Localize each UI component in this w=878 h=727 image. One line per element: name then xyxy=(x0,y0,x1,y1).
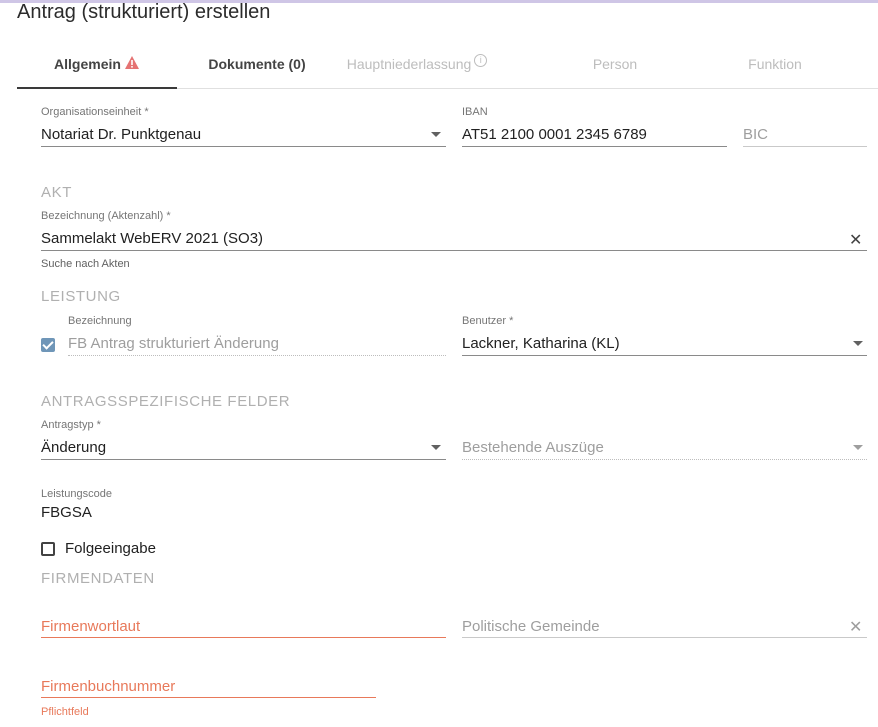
clear-icon[interactable]: ✕ xyxy=(849,620,862,636)
benutzer-select[interactable]: Lackner, Katharina (KL) xyxy=(462,335,620,352)
leistung-checkbox[interactable] xyxy=(41,338,55,352)
iban-label: IBAN xyxy=(462,106,488,118)
leistungscode-value: FBGSA xyxy=(41,504,92,521)
iban-underline xyxy=(462,146,727,147)
bic-underline xyxy=(743,146,867,147)
tab-dokumente[interactable]: Dokumente (0) xyxy=(177,40,337,88)
page-title: Antrag (strukturiert) erstellen xyxy=(17,1,271,23)
tab-person[interactable]: Person xyxy=(535,40,695,88)
section-akt: AKT xyxy=(41,184,72,201)
firmenbuchnummer-underline xyxy=(41,697,376,698)
firmenwortlaut-underline xyxy=(41,637,446,638)
leistung-designation-label: Bezeichnung xyxy=(68,315,132,327)
bic-field[interactable]: BIC xyxy=(743,126,768,143)
dropdown-arrow-icon[interactable] xyxy=(853,341,863,346)
antragstyp-underline xyxy=(41,459,446,460)
politische-gemeinde-underline xyxy=(462,637,867,638)
akt-designation-label: Bezeichnung (Aktenzahl) * xyxy=(41,210,171,222)
antragstyp-label: Antragstyp * xyxy=(41,419,101,431)
tab-label: Hauptniederlassung xyxy=(346,56,472,72)
leistung-designation-field: FB Antrag strukturiert Änderung xyxy=(68,335,279,352)
org-unit-label: Organisationseinheit * xyxy=(41,106,149,118)
tab-label: Allgemein xyxy=(54,56,121,72)
folgeeingabe-label[interactable]: Folgeeingabe xyxy=(65,540,156,557)
benutzer-underline xyxy=(462,355,867,356)
dropdown-arrow-icon[interactable] xyxy=(853,445,863,450)
pflichtfeld-error: Pflichtfeld xyxy=(41,706,89,718)
org-unit-underline xyxy=(41,146,446,147)
akt-designation-underline xyxy=(41,250,867,251)
dropdown-arrow-icon[interactable] xyxy=(431,132,441,137)
bestehende-auszuege-underline xyxy=(462,459,867,460)
leistungscode-label: Leistungscode xyxy=(41,488,112,500)
iban-field[interactable]: AT51 2100 0001 2345 6789 xyxy=(462,126,647,143)
akt-search-hint: Suche nach Akten xyxy=(41,258,130,270)
section-firmendaten: FIRMENDATEN xyxy=(41,570,155,587)
politische-gemeinde-field[interactable]: Politische Gemeinde xyxy=(462,618,600,635)
bestehende-auszuege-select[interactable]: Bestehende Auszüge xyxy=(462,439,604,456)
tab-label: Dokumente (0) xyxy=(208,56,306,72)
leistung-designation-underline xyxy=(68,355,446,356)
tab-label: Funktion xyxy=(748,56,802,72)
firmenwortlaut-field[interactable]: Firmenwortlaut xyxy=(41,618,140,635)
tab-funktion[interactable]: Funktion xyxy=(695,40,855,88)
org-unit-select[interactable]: Notariat Dr. Punktgenau xyxy=(41,126,201,143)
akt-designation-field[interactable]: Sammelakt WebERV 2021 (SO3) xyxy=(41,230,263,247)
tab-label: Person xyxy=(592,56,638,72)
folgeeingabe-checkbox[interactable] xyxy=(41,542,55,556)
dropdown-arrow-icon[interactable] xyxy=(431,445,441,450)
warning-icon xyxy=(124,41,140,89)
section-antragsspezifische-felder: ANTRAGSSPEZIFISCHE FELDER xyxy=(41,393,291,410)
benutzer-label: Benutzer * xyxy=(462,315,514,327)
section-leistung: LEISTUNG xyxy=(41,288,121,305)
clear-icon[interactable]: ✕ xyxy=(849,233,862,249)
info-icon: i xyxy=(474,54,488,67)
tab-hauptniederlassung[interactable]: Hauptniederlassung i xyxy=(337,40,497,88)
tab-bar: Allgemein Dokumente (0) Hauptniederlassu… xyxy=(17,40,878,89)
firmenbuchnummer-field[interactable]: Firmenbuchnummer xyxy=(41,678,175,695)
antragstyp-select[interactable]: Änderung xyxy=(41,439,106,456)
tab-allgemein[interactable]: Allgemein xyxy=(17,40,177,89)
